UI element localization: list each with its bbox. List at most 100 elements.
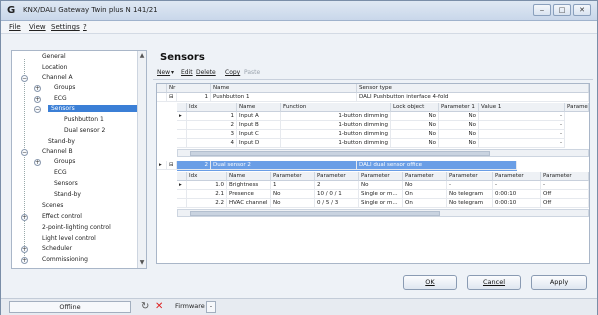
row-indicator[interactable] [177, 139, 187, 148]
tree-item-effect-control[interactable]: Effect control [42, 213, 82, 220]
expand-icon[interactable]: + [34, 85, 41, 92]
menu-view[interactable]: View [29, 23, 46, 31]
table-cell[interactable]: No [439, 139, 479, 148]
table-cell[interactable]: Input D [237, 139, 281, 148]
sub-header-parameter[interactable]: Parameter [447, 172, 493, 181]
paste-button[interactable]: Paste [244, 69, 260, 76]
table-cell[interactable]: Off [541, 199, 589, 208]
current-row-icon[interactable]: ▸ [177, 181, 187, 190]
sub-header-parameter[interactable]: Paramet [565, 103, 589, 112]
table-cell[interactable]: 1-button dimming [281, 139, 391, 148]
menu-file[interactable]: File [9, 23, 21, 31]
menu-settings[interactable]: Settings [51, 23, 80, 31]
sensor-nr[interactable]: 1 [177, 93, 211, 102]
table-cell[interactable]: No [359, 181, 403, 190]
table-cell[interactable]: 1 [187, 112, 237, 121]
apply-button[interactable]: Apply [531, 275, 587, 290]
sub-header-value-1[interactable]: Value 1 [479, 103, 565, 112]
table-cell[interactable]: On [403, 190, 447, 199]
row-indicator[interactable] [177, 199, 187, 208]
row-indicator[interactable] [177, 130, 187, 139]
sub-header-function[interactable]: Function [281, 103, 391, 112]
column-header-nr[interactable]: Nr [167, 84, 211, 93]
new-button[interactable]: New [157, 69, 170, 76]
sub-header-idx[interactable]: Idx [187, 103, 237, 112]
cancel-button[interactable]: Cancel [467, 275, 521, 290]
dropdown-icon[interactable]: ▾ [171, 69, 174, 76]
table-cell[interactable]: 1.0 [187, 181, 227, 190]
table-cell[interactable]: No [391, 139, 439, 148]
sensor-nr[interactable]: 2 [177, 161, 211, 170]
maximize-button[interactable]: □ [553, 4, 571, 16]
expand-icon[interactable]: + [21, 257, 28, 264]
disconnect-icon[interactable]: ✕ [155, 301, 163, 313]
table-cell[interactable]: No [439, 112, 479, 121]
table-cell[interactable]: 0:00:10 [493, 199, 541, 208]
sub-header-parameter[interactable]: Parameter [359, 172, 403, 181]
table-cell[interactable]: 0 / 5 / 3 [315, 199, 359, 208]
table-cell[interactable]: No [271, 190, 315, 199]
tree-item-sensors-b[interactable]: Sensors [54, 180, 78, 187]
tree-item-standby-a[interactable]: Stand-by [48, 138, 75, 145]
minimize-button[interactable]: ‒ [533, 4, 551, 16]
sub-header-parameter-1[interactable]: Parameter 1 [439, 103, 479, 112]
table-cell[interactable]: 1-button dimming [281, 112, 391, 121]
sensor-type[interactable]: DALI Pushbutton interface 4-fold [357, 93, 589, 102]
tree-item-groups-a[interactable]: Groups [54, 84, 75, 91]
tree-item-ecg-b[interactable]: ECG [54, 169, 67, 176]
scrollbar-thumb[interactable] [190, 211, 440, 216]
table-cell[interactable]: No telegram [447, 190, 493, 199]
collapse-icon[interactable]: ⊟ [167, 93, 177, 102]
table-cell[interactable]: No [439, 121, 479, 130]
ok-button[interactable]: OK [403, 275, 457, 290]
sensor-type[interactable]: DALI dual sensor office [357, 161, 517, 170]
sub-header-name[interactable]: Name [237, 103, 281, 112]
tree-item-general[interactable]: General [42, 53, 66, 60]
tree-item-ecg-a[interactable]: ECG [54, 95, 67, 102]
table-cell[interactable]: No telegram [447, 199, 493, 208]
table-cell[interactable]: No [391, 121, 439, 130]
delete-button[interactable]: Delete [196, 69, 216, 76]
table-cell[interactable]: - [479, 112, 565, 121]
sub-header-lock-object[interactable]: Lock object [391, 103, 439, 112]
sub-header-parameter[interactable]: Parameter [541, 172, 589, 181]
table-cell[interactable]: 3 [187, 130, 237, 139]
row-indicator[interactable] [177, 190, 187, 199]
edit-button[interactable]: Edit [181, 69, 193, 76]
table-cell[interactable]: No [391, 130, 439, 139]
table-cell[interactable]: 0:00:10 [493, 190, 541, 199]
sub-header-parameter[interactable]: Parameter [315, 172, 359, 181]
table-cell[interactable]: 4 [187, 139, 237, 148]
table-cell[interactable]: Presence [227, 190, 271, 199]
scroll-up-icon[interactable]: ▲ [138, 52, 146, 60]
tree-item-location[interactable]: Location [42, 64, 67, 71]
table-cell[interactable]: Single or m... [359, 190, 403, 199]
table-cell[interactable]: - [541, 181, 589, 190]
tree-item-channel-b[interactable]: Channel B [42, 148, 73, 155]
tree-item-channel-a[interactable]: Channel A [42, 74, 73, 81]
sub-header-name[interactable]: Name [227, 172, 271, 181]
sub-header-parameter[interactable]: Parameter [271, 172, 315, 181]
expand-icon[interactable]: + [21, 246, 28, 253]
tree-item-groups-b[interactable]: Groups [54, 158, 75, 165]
sub-header-parameter[interactable]: Parameter [493, 172, 541, 181]
firmware-dropdown[interactable]: - [206, 301, 216, 313]
sensor-grid[interactable]: Nr Name Sensor type ⊟ 1 Pushbutton 1 DAL… [156, 83, 590, 264]
table-cell[interactable]: Single or m... [359, 199, 403, 208]
table-cell[interactable]: 2.2 [187, 199, 227, 208]
table-cell[interactable]: - [479, 121, 565, 130]
table-cell[interactable]: No [403, 181, 447, 190]
table-cell[interactable]: 1-button dimming [281, 121, 391, 130]
tree-item-2point-lighting[interactable]: 2-point-lighting control [42, 224, 111, 231]
table-cell[interactable]: - [493, 181, 541, 190]
table-cell[interactable]: No [271, 199, 315, 208]
current-row-icon[interactable]: ▸ [177, 112, 187, 121]
table-cell[interactable]: 1-button dimming [281, 130, 391, 139]
tree-scrollbar[interactable]: ▲ ▼ [137, 51, 146, 268]
scrollbar-thumb[interactable] [190, 151, 490, 156]
tree-item-light-level[interactable]: Light level control [42, 235, 96, 242]
table-cell[interactable]: 2.1 [187, 190, 227, 199]
table-cell[interactable]: Input C [237, 130, 281, 139]
table-cell[interactable]: - [479, 139, 565, 148]
row-indicator[interactable] [177, 121, 187, 130]
